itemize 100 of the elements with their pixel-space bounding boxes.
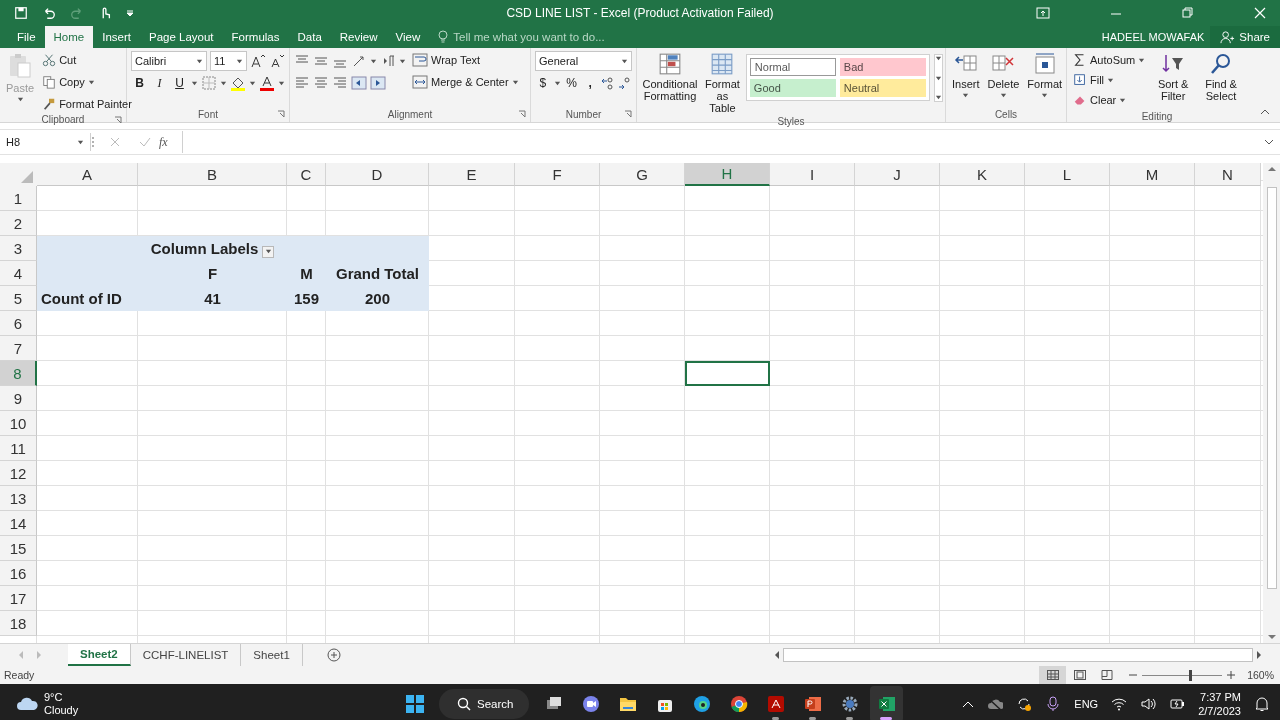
delete-button[interactable]: Delete xyxy=(985,50,1022,106)
format-as-table-button[interactable]: Format as Table xyxy=(703,50,742,116)
active-cell[interactable] xyxy=(685,361,770,386)
cell-style[interactable]: Good xyxy=(749,79,836,97)
row-header[interactable]: 18 xyxy=(0,611,37,636)
view-button[interactable] xyxy=(1039,666,1066,684)
shrink-font-icon[interactable] xyxy=(269,53,285,69)
cell-style[interactable]: Bad xyxy=(839,58,926,76)
vertical-scrollbar[interactable] xyxy=(1263,163,1280,643)
temperature[interactable]: 9°C xyxy=(44,691,79,704)
cell-style[interactable]: Neutral xyxy=(839,79,926,97)
row-header[interactable]: 11 xyxy=(0,436,37,461)
font-name-field[interactable]: Calibri xyxy=(131,51,207,71)
column-header[interactable]: E xyxy=(429,163,515,186)
ribbon-tab[interactable]: Formulas xyxy=(222,26,289,48)
row-header[interactable]: 12 xyxy=(0,461,37,486)
taskbar-search[interactable]: Search xyxy=(439,689,530,719)
collapse-ribbon-icon[interactable] xyxy=(1260,108,1270,116)
format-painter-button[interactable]: Format Painter xyxy=(40,94,134,114)
user-name[interactable]: HADEEL MOWAFAK xyxy=(1101,31,1205,43)
save-icon[interactable] xyxy=(14,6,28,20)
column-header[interactable]: I xyxy=(770,163,855,186)
insert-button[interactable]: Insert xyxy=(950,50,982,106)
restore-icon[interactable] xyxy=(1182,7,1194,19)
weather-condition[interactable]: Cloudy xyxy=(44,704,79,717)
row-header[interactable]: 1 xyxy=(0,186,37,211)
row-header[interactable]: 16 xyxy=(0,561,37,586)
close-icon[interactable] xyxy=(1254,7,1266,19)
wrap-text-button[interactable]: Wrap Text xyxy=(410,50,521,70)
clock-date[interactable]: 2/7/2023 xyxy=(1198,704,1241,718)
column-header[interactable]: J xyxy=(855,163,940,186)
decrease-indent-icon[interactable] xyxy=(351,75,367,91)
row-header[interactable]: 15 xyxy=(0,536,37,561)
dialog-launcher-icon[interactable] xyxy=(518,110,526,118)
italic-button[interactable]: I xyxy=(151,73,168,93)
row-header[interactable]: 4 xyxy=(0,261,37,286)
grow-font-icon[interactable] xyxy=(250,53,266,69)
column-header[interactable]: B xyxy=(138,163,287,186)
row-header[interactable]: 13 xyxy=(0,486,37,511)
sync-icon[interactable] xyxy=(1016,696,1033,712)
language-indicator[interactable]: ENG xyxy=(1074,698,1099,710)
merge-center-button[interactable]: Merge & Center xyxy=(410,72,521,92)
row-header[interactable]: 8 xyxy=(0,361,37,386)
fill-color-icon[interactable] xyxy=(230,75,246,91)
find-select-button[interactable]: Find & Select xyxy=(1199,50,1243,110)
copy-button[interactable]: Copy xyxy=(40,72,134,92)
column-header[interactable]: H xyxy=(685,163,770,186)
share-button[interactable]: Share xyxy=(1210,26,1280,48)
search-field[interactable]: Tell me what you want to do... xyxy=(453,31,605,43)
column-header[interactable]: L xyxy=(1025,163,1110,186)
microphone-icon[interactable] xyxy=(1045,696,1062,712)
ribbon-tab[interactable]: Home xyxy=(44,26,94,48)
orientation-icon[interactable] xyxy=(351,53,367,69)
percent-button[interactable]: % xyxy=(563,73,580,93)
column-header[interactable]: K xyxy=(940,163,1025,186)
dialog-launcher-icon[interactable] xyxy=(114,115,122,124)
decrease-decimal-icon[interactable] xyxy=(618,75,632,91)
underline-button[interactable]: U xyxy=(171,73,188,93)
dialog-launcher-icon[interactable] xyxy=(277,110,285,118)
sort-filter-button[interactable]: Sort & Filter xyxy=(1151,50,1196,110)
row-header[interactable]: 7 xyxy=(0,336,37,361)
add-sheet-icon[interactable] xyxy=(326,648,341,662)
speaker-icon[interactable] xyxy=(1140,696,1157,712)
function-button[interactable]: fx xyxy=(159,134,168,150)
ribbon-tab[interactable]: Insert xyxy=(93,26,140,48)
font-size-field[interactable]: 11 xyxy=(209,51,247,71)
increase-indent-icon[interactable] xyxy=(370,75,386,91)
gallery-scroll[interactable] xyxy=(933,54,943,102)
row-header[interactable]: 3 xyxy=(0,236,37,261)
column-header[interactable]: N xyxy=(1195,163,1261,186)
taskbar-app[interactable] xyxy=(870,686,904,720)
increase-decimal-icon[interactable] xyxy=(601,75,615,91)
ribbon-tab[interactable]: File xyxy=(8,26,45,48)
column-header[interactable]: A xyxy=(37,163,138,186)
ribbon-tab[interactable]: Page Layout xyxy=(140,26,223,48)
fill-button[interactable]: Fill xyxy=(1071,70,1148,90)
column-header[interactable]: C xyxy=(287,163,326,186)
row-header[interactable]: 10 xyxy=(0,411,37,436)
column-header[interactable]: M xyxy=(1110,163,1195,186)
undo-icon[interactable] xyxy=(42,6,56,20)
comma-button[interactable]: , xyxy=(582,73,598,93)
customize-icon[interactable] xyxy=(126,8,134,18)
cell-style[interactable]: Normal xyxy=(749,58,836,76)
number-format-field[interactable]: General xyxy=(535,51,632,71)
format-button[interactable]: Format xyxy=(1025,50,1065,106)
notification-icon[interactable] xyxy=(1254,696,1270,712)
row-header[interactable]: 17 xyxy=(0,586,37,611)
filter-button[interactable] xyxy=(262,245,275,258)
bold-button[interactable]: B xyxy=(131,73,148,93)
row-header[interactable]: 9 xyxy=(0,386,37,411)
ribbon-display-icon[interactable] xyxy=(1036,6,1050,20)
currency-button[interactable]: $ xyxy=(535,73,551,93)
column-header[interactable]: D xyxy=(326,163,429,186)
row-header[interactable]: 5 xyxy=(0,286,37,311)
row-header[interactable]: 14 xyxy=(0,511,37,536)
zoom-slider-thumb[interactable] xyxy=(1189,669,1192,681)
sheet-tab[interactable]: Sheet2 xyxy=(68,644,131,666)
cut-button[interactable]: Cut xyxy=(40,50,134,70)
row-header[interactable]: 6 xyxy=(0,311,37,336)
name-box[interactable]: H8 xyxy=(0,133,91,151)
